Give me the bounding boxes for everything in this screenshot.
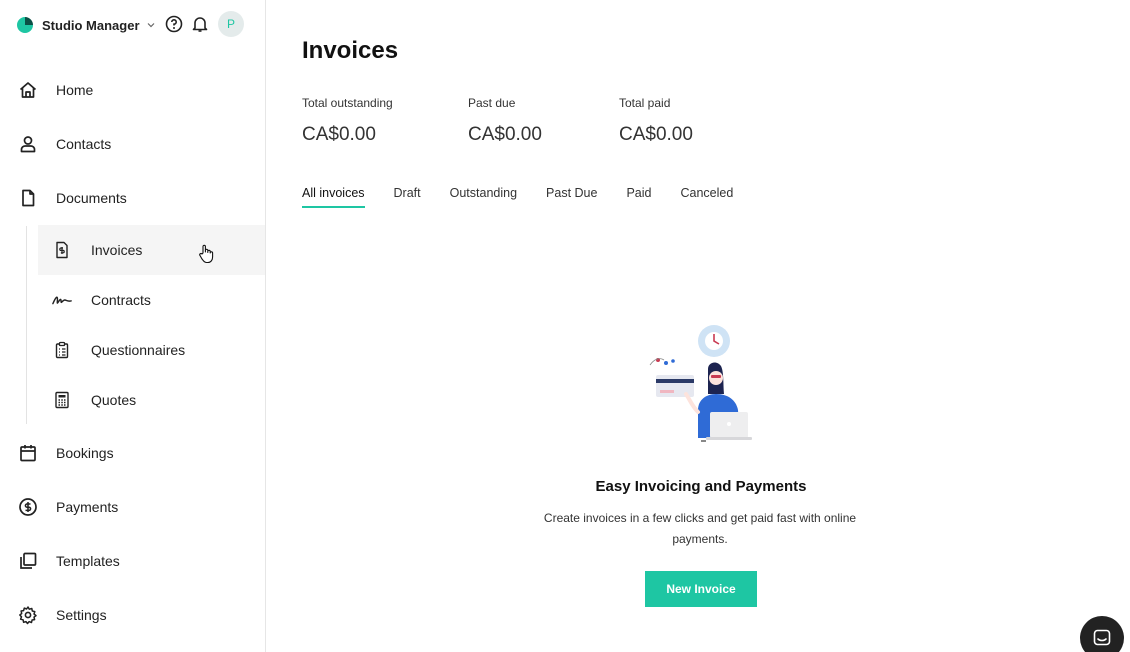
clipboard-icon (52, 340, 72, 360)
stat-value: CA$0.00 (619, 124, 693, 145)
gear-icon (18, 605, 38, 625)
sidebar: Studio Manager P Home Contacts Documents (0, 0, 266, 652)
stat-value: CA$0.00 (468, 124, 542, 145)
sidebar-subitem-label: Questionnaires (91, 342, 186, 358)
new-invoice-button[interactable]: New Invoice (645, 571, 757, 607)
tab-draft[interactable]: Draft (394, 186, 421, 208)
stat-past-due: Past due CA$0.00 (468, 96, 542, 146)
stat-total-outstanding: Total outstanding CA$0.00 (302, 96, 393, 146)
bell-icon[interactable] (190, 14, 210, 34)
sidebar-item-settings[interactable]: Settings (0, 593, 265, 637)
help-icon[interactable] (164, 14, 184, 34)
empty-state-description: Create invoices in a few clicks and get … (543, 511, 857, 546)
tab-all-invoices[interactable]: All invoices (302, 186, 365, 208)
sidebar-subitem-label: Quotes (91, 392, 137, 408)
chat-icon (1093, 629, 1111, 646)
invoice-icon (52, 240, 72, 260)
stat-label: Total outstanding (302, 96, 393, 110)
page-title: Invoices (302, 37, 399, 64)
workspace-name: Studio Manager (42, 17, 140, 33)
stat-label: Total paid (619, 96, 671, 110)
avatar[interactable]: P (218, 11, 244, 37)
tab-past-due[interactable]: Past Due (546, 186, 597, 208)
sidebar-item-label: Bookings (56, 445, 114, 461)
sidebar-item-label: Settings (56, 607, 107, 623)
signature-icon (52, 290, 72, 310)
sidebar-item-payments[interactable]: Payments (0, 485, 265, 529)
workspace-switcher[interactable]: Studio Manager (16, 12, 156, 38)
invoice-filter-tabs: All invoices Draft Outstanding Past Due … (302, 186, 762, 208)
sidebar-item-templates[interactable]: Templates (0, 539, 265, 583)
sidebar-subitem-label: Contracts (91, 292, 151, 308)
sidebar-item-bookings[interactable]: Bookings (0, 431, 265, 475)
sidebar-item-home[interactable]: Home (0, 68, 265, 112)
templates-icon (18, 551, 38, 571)
stat-label: Past due (468, 96, 516, 110)
tab-outstanding[interactable]: Outstanding (450, 186, 517, 208)
dollar-icon (18, 497, 38, 517)
user-icon (18, 134, 38, 154)
main-content: Invoices Total outstanding CA$0.00 Past … (266, 0, 1130, 652)
calendar-icon (18, 443, 38, 463)
sidebar-subitem-quotes[interactable]: Quotes (38, 375, 265, 425)
tab-paid[interactable]: Paid (626, 186, 651, 208)
sidebar-subitem-invoices[interactable]: Invoices (38, 225, 265, 275)
document-icon (18, 188, 38, 208)
sidebar-item-label: Payments (56, 499, 119, 515)
sidebar-item-label: Home (56, 82, 94, 98)
sidebar-item-label: Documents (56, 190, 127, 206)
chat-launcher-button[interactable] (1080, 616, 1124, 652)
sidebar-subitem-label: Invoices (91, 242, 143, 258)
sidebar-item-documents[interactable]: Documents (0, 176, 265, 220)
tab-canceled[interactable]: Canceled (681, 186, 734, 208)
top-icons: P (164, 11, 244, 37)
home-icon (18, 80, 38, 100)
stat-total-paid: Total paid CA$0.00 (619, 96, 693, 146)
sidebar-subitem-contracts[interactable]: Contracts (38, 275, 265, 325)
stat-value: CA$0.00 (302, 124, 376, 145)
sidebar-item-contacts[interactable]: Contacts (0, 122, 265, 166)
chevron-down-icon (147, 23, 154, 28)
sidebar-item-label: Contacts (56, 136, 112, 152)
empty-state-title: Easy Invoicing and Payments (595, 478, 807, 495)
calculator-icon (52, 390, 72, 410)
logo-icon (17, 17, 33, 33)
sidebar-item-label: Templates (56, 553, 120, 569)
sidebar-subitem-questionnaires[interactable]: Questionnaires (38, 325, 265, 375)
hand-cursor-icon (199, 244, 214, 264)
invoicing-illustration (649, 325, 752, 442)
subnav-divider (26, 226, 27, 424)
